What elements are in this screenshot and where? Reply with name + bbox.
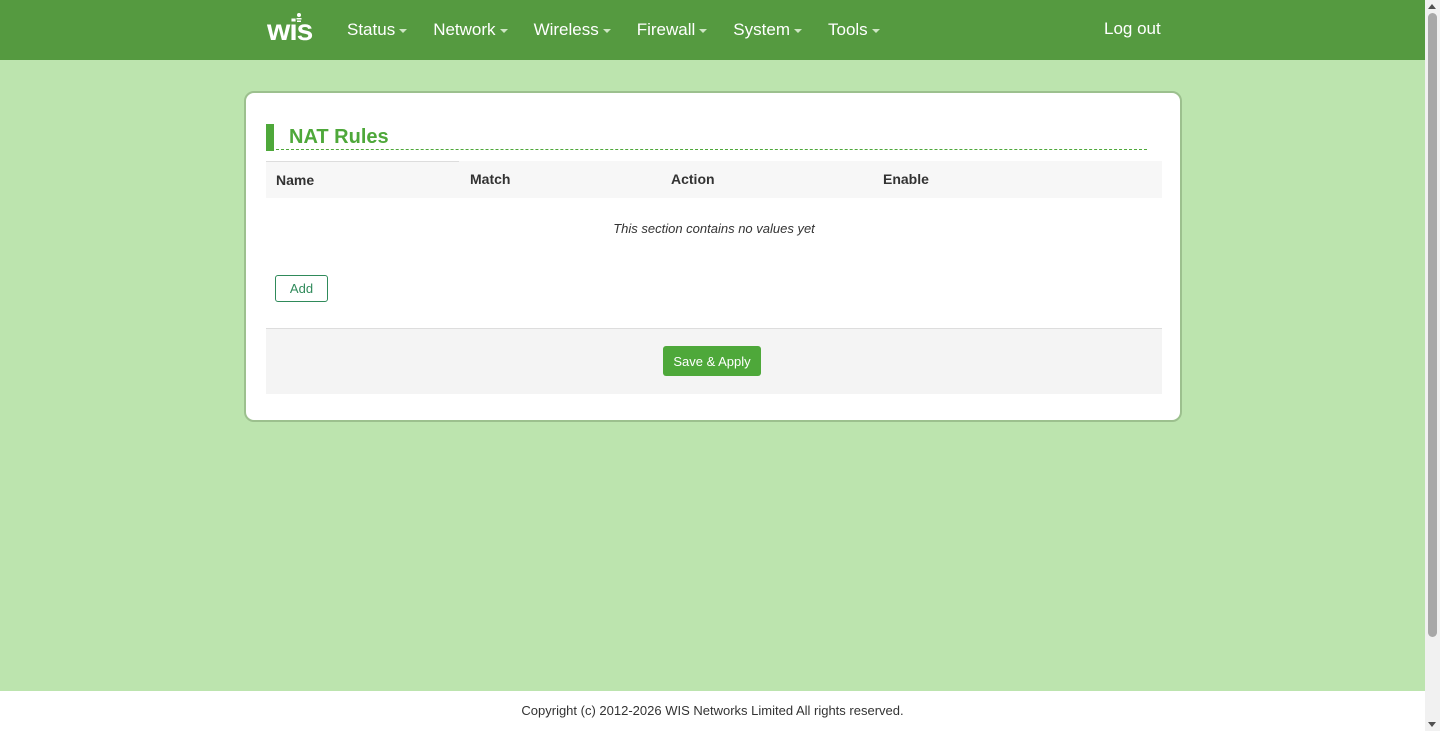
page: wis Status Network Wireless Firewall Sys…	[0, 0, 1425, 731]
column-header-match: Match	[470, 171, 511, 187]
caret-down-icon	[399, 29, 408, 33]
scroll-down-arrow-icon[interactable]	[1428, 722, 1436, 727]
nav-status[interactable]: Status	[347, 20, 408, 40]
title-divider	[276, 149, 1147, 150]
title-accent-bar	[266, 124, 274, 151]
nav-tools-label: Tools	[827, 20, 868, 39]
top-navbar: wis Status Network Wireless Firewall Sys…	[0, 0, 1425, 60]
nav-firewall[interactable]: Firewall	[637, 20, 708, 40]
copyright-text: Copyright (c) 2012-2026 WIS Networks Lim…	[521, 703, 904, 718]
table-header: Name Match Action Enable	[266, 161, 1162, 198]
page-title: NAT Rules	[289, 126, 389, 148]
add-button[interactable]: Add	[275, 275, 328, 302]
svg-text:wis: wis	[267, 14, 313, 44]
wis-logo[interactable]: wis	[267, 10, 321, 44]
save-apply-button[interactable]: Save & Apply	[663, 346, 761, 376]
empty-table-message: This section contains no values yet	[613, 221, 815, 236]
caret-down-icon	[602, 29, 611, 33]
nav-status-label: Status	[347, 20, 396, 39]
scrollbar-thumb[interactable]	[1428, 13, 1437, 637]
nat-rules-card: NAT Rules Name Match Action Enable This …	[244, 91, 1182, 422]
caret-down-icon	[699, 29, 708, 33]
scroll-up-arrow-icon[interactable]	[1428, 4, 1436, 9]
nav-network[interactable]: Network	[433, 20, 508, 40]
header-top-line	[266, 161, 459, 162]
form-actions: Save & Apply	[266, 328, 1162, 394]
nav-tools[interactable]: Tools	[828, 20, 880, 40]
caret-down-icon	[499, 29, 508, 33]
nav-wireless-label: Wireless	[533, 20, 599, 39]
column-header-enable: Enable	[883, 171, 929, 187]
nav-system-label: System	[733, 20, 790, 39]
column-header-action: Action	[671, 171, 715, 187]
nav-system[interactable]: System	[733, 20, 802, 40]
vertical-scrollbar[interactable]	[1425, 0, 1440, 731]
column-header-name: Name	[276, 172, 315, 188]
caret-down-icon	[871, 29, 880, 33]
page-footer: Copyright (c) 2012-2026 WIS Networks Lim…	[0, 691, 1425, 731]
caret-down-icon	[793, 29, 802, 33]
nav-firewall-label: Firewall	[636, 20, 696, 39]
nav-wireless[interactable]: Wireless	[534, 20, 611, 40]
main-nav: Status Network Wireless Firewall System …	[347, 0, 906, 60]
section-header: NAT Rules	[266, 124, 389, 151]
logout-link[interactable]: Log out	[1104, 19, 1161, 39]
nav-network-label: Network	[433, 20, 496, 39]
